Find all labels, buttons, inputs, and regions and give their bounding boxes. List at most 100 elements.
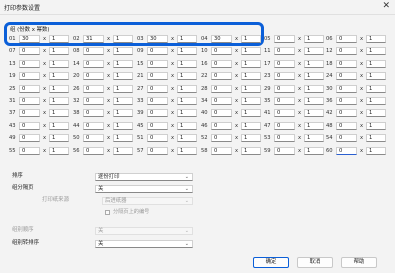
copies-input[interactable]: 0	[147, 109, 168, 118]
copies-input[interactable]: 0	[211, 134, 232, 143]
power-input[interactable]: 1	[177, 47, 197, 56]
copies-input[interactable]: 0	[83, 97, 104, 105]
power-input[interactable]: 1	[49, 72, 69, 81]
power-input[interactable]: 1	[304, 109, 324, 118]
copies-input[interactable]: 31	[83, 35, 104, 43]
power-input[interactable]: 1	[177, 84, 197, 93]
power-input[interactable]: 1	[241, 121, 261, 130]
copies-input[interactable]: 0	[83, 109, 104, 118]
power-input[interactable]: 1	[366, 59, 386, 68]
power-input[interactable]: 1	[366, 121, 386, 130]
power-input[interactable]: 1	[241, 109, 261, 118]
copies-input[interactable]: 0	[274, 35, 295, 43]
copies-input[interactable]: 0	[19, 121, 40, 130]
copies-input[interactable]: 0	[19, 84, 40, 93]
copies-input[interactable]: 0	[19, 97, 40, 105]
close-icon[interactable]: ✕	[382, 1, 390, 11]
power-input[interactable]: 1	[113, 59, 133, 68]
power-input[interactable]: 1	[366, 134, 386, 143]
power-input[interactable]: 1	[113, 47, 133, 56]
copies-input[interactable]: 0	[274, 47, 295, 56]
power-input[interactable]: 1	[241, 146, 261, 155]
power-input[interactable]: 1	[366, 97, 386, 105]
copies-input[interactable]: 0	[19, 109, 40, 118]
copies-input[interactable]: 0	[274, 72, 295, 81]
power-input[interactable]: 1	[113, 84, 133, 93]
copies-input[interactable]: 0	[83, 121, 104, 130]
power-input[interactable]: 1	[366, 109, 386, 118]
power-input[interactable]: 1	[366, 72, 386, 81]
copies-input[interactable]: 0	[19, 72, 40, 81]
copies-input[interactable]: 0	[211, 97, 232, 105]
copies-input[interactable]: 0	[336, 59, 357, 68]
copies-input[interactable]: 30	[211, 35, 232, 43]
power-input[interactable]: 1	[113, 146, 133, 155]
power-input[interactable]: 1	[241, 35, 261, 43]
power-input[interactable]: 1	[177, 97, 197, 105]
copies-input[interactable]: 0	[83, 146, 104, 155]
power-input[interactable]: 1	[304, 59, 324, 68]
power-input[interactable]: 1	[366, 146, 386, 155]
power-input[interactable]: 1	[49, 84, 69, 93]
power-input[interactable]: 1	[49, 134, 69, 143]
copies-input[interactable]: 0	[83, 72, 104, 81]
copies-input[interactable]: 0	[274, 121, 295, 130]
copies-input[interactable]: 0	[274, 109, 295, 118]
separator-select[interactable]: 关 ⌄	[95, 185, 193, 193]
cancel-button[interactable]: 取消	[297, 257, 333, 268]
copies-input[interactable]: 0	[83, 47, 104, 56]
power-input[interactable]: 1	[177, 59, 197, 68]
copies-input[interactable]: 0	[147, 47, 168, 56]
help-button[interactable]: 帮助	[341, 257, 377, 268]
power-input[interactable]: 1	[304, 35, 324, 43]
copies-input[interactable]: 0	[147, 146, 168, 155]
copies-input[interactable]: 0	[19, 47, 40, 56]
copies-input[interactable]: 0	[336, 146, 357, 155]
ok-button[interactable]: 确定	[253, 257, 289, 268]
copies-input[interactable]: 0	[147, 84, 168, 93]
copies-input[interactable]: 0	[147, 72, 168, 81]
power-input[interactable]: 1	[304, 146, 324, 155]
copies-input[interactable]: 0	[147, 59, 168, 68]
copies-input[interactable]: 0	[274, 134, 295, 143]
copies-input[interactable]: 0	[211, 121, 232, 130]
copies-input[interactable]: 0	[211, 146, 232, 155]
power-input[interactable]: 1	[49, 146, 69, 155]
power-input[interactable]: 1	[241, 47, 261, 56]
power-input[interactable]: 1	[304, 47, 324, 56]
power-input[interactable]: 1	[113, 134, 133, 143]
copies-input[interactable]: 0	[147, 97, 168, 105]
copies-input[interactable]: 0	[211, 109, 232, 118]
power-input[interactable]: 1	[49, 59, 69, 68]
copies-input[interactable]: 0	[19, 146, 40, 155]
power-input[interactable]: 1	[113, 109, 133, 118]
power-input[interactable]: 1	[49, 121, 69, 130]
power-input[interactable]: 1	[113, 72, 133, 81]
power-input[interactable]: 1	[304, 121, 324, 130]
copies-input[interactable]: 0	[336, 47, 357, 56]
copies-input[interactable]: 0	[83, 134, 104, 143]
copies-input[interactable]: 0	[336, 72, 357, 81]
sort-select[interactable]: 逐份打印 ⌄	[95, 173, 193, 181]
power-input[interactable]: 1	[366, 35, 386, 43]
copies-input[interactable]: 0	[19, 59, 40, 68]
power-input[interactable]: 1	[113, 121, 133, 130]
copies-input[interactable]: 0	[147, 121, 168, 130]
copies-input[interactable]: 0	[274, 84, 295, 93]
copies-input[interactable]: 0	[19, 134, 40, 143]
power-input[interactable]: 1	[366, 84, 386, 93]
copies-input[interactable]: 0	[147, 134, 168, 143]
power-input[interactable]: 1	[304, 72, 324, 81]
power-input[interactable]: 1	[177, 35, 197, 43]
power-input[interactable]: 1	[49, 47, 69, 56]
power-input[interactable]: 1	[366, 47, 386, 56]
copies-input[interactable]: 0	[336, 134, 357, 143]
copies-input[interactable]: 0	[211, 84, 232, 93]
copies-input[interactable]: 0	[274, 146, 295, 155]
collate-select[interactable]: 关 ⌄	[95, 240, 193, 248]
power-input[interactable]: 1	[177, 121, 197, 130]
copies-input[interactable]: 0	[336, 109, 357, 118]
power-input[interactable]: 1	[113, 35, 133, 43]
copies-input[interactable]: 0	[336, 35, 357, 43]
copies-input[interactable]: 0	[274, 59, 295, 68]
